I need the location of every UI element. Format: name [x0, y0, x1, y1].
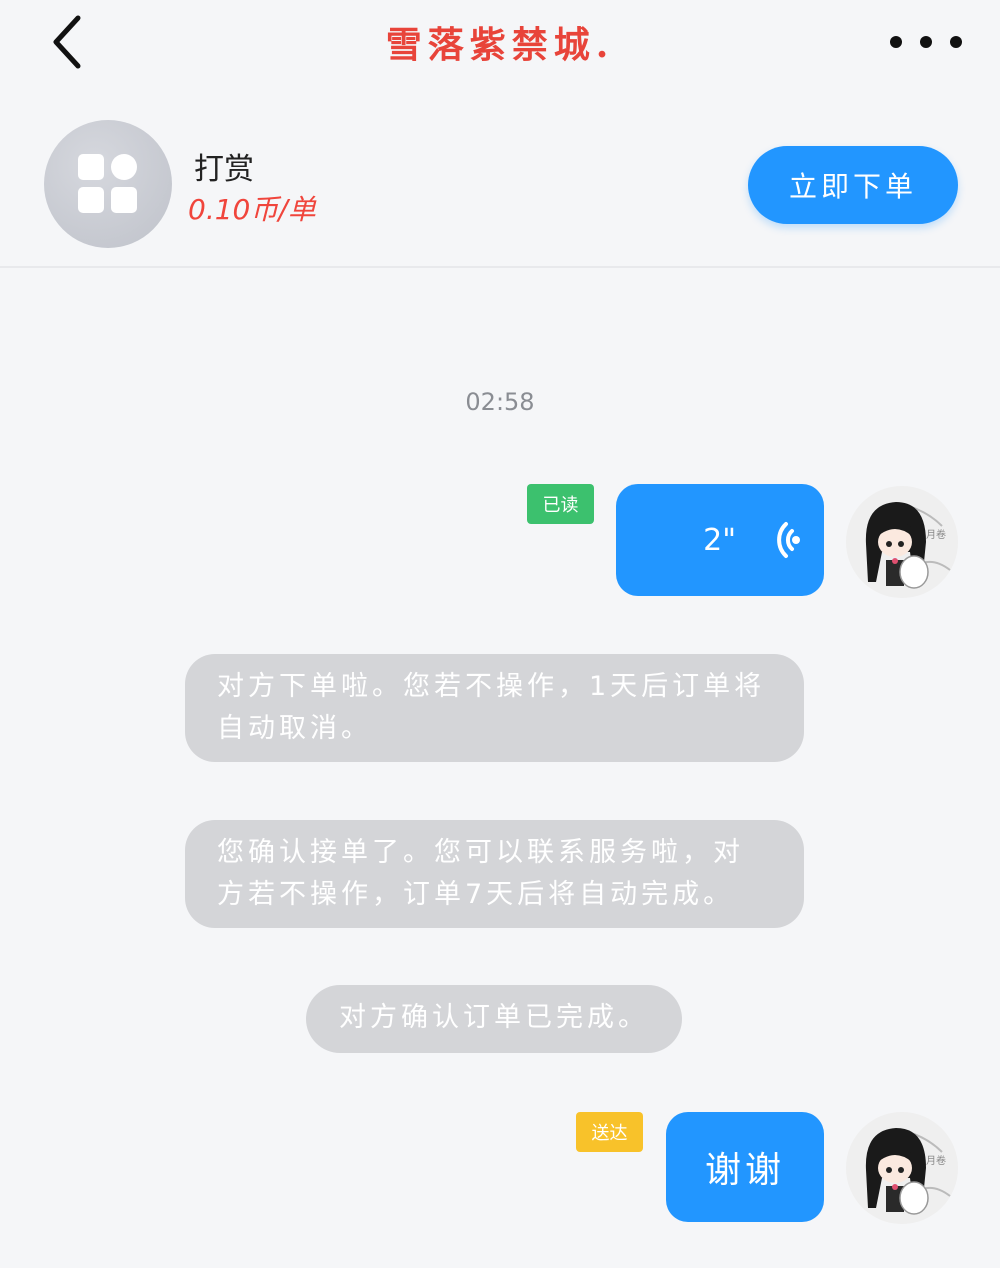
read-status-badge: 已读 [527, 484, 594, 524]
chat-timestamp: 02:58 [465, 388, 535, 416]
svg-text:月卷: 月卷 [926, 1154, 946, 1167]
anime-girl-avatar-image: 月卷 [846, 1112, 958, 1224]
service-card: 打赏 0.10币/单 立即下单 [0, 100, 1000, 268]
service-avatar [44, 120, 172, 248]
svg-text:月卷: 月卷 [926, 528, 946, 541]
service-name: 打赏 [194, 152, 254, 187]
top-navbar: 雪落紫禁城. [0, 0, 1000, 88]
delivered-status-badge: 送达 [576, 1112, 643, 1152]
text-message-bubble[interactable]: 谢谢 [666, 1112, 824, 1222]
user-avatar[interactable]: 月卷 [846, 486, 958, 598]
anime-girl-avatar-image: 月卷 [846, 486, 958, 598]
system-message: 您确认接单了。您可以联系服务啦，对方若不操作，订单7天后将自动完成。 [185, 820, 804, 928]
more-options-button[interactable] [890, 20, 962, 64]
more-horizontal-icon [890, 36, 902, 48]
system-message: 对方下单啦。您若不操作，1天后订单将自动取消。 [185, 654, 804, 762]
user-avatar[interactable]: 月卷 [846, 1112, 958, 1224]
order-now-button[interactable]: 立即下单 [748, 146, 958, 224]
system-message: 对方确认订单已完成。 [306, 985, 682, 1053]
apps-grid-icon [78, 154, 138, 214]
service-price: 0.10币/单 [188, 193, 316, 226]
voice-message-bubble[interactable]: 2" [616, 484, 824, 596]
page-title: 雪落紫禁城. [385, 24, 615, 66]
voice-wave-icon [777, 522, 800, 558]
voice-duration: 2" [703, 522, 736, 558]
